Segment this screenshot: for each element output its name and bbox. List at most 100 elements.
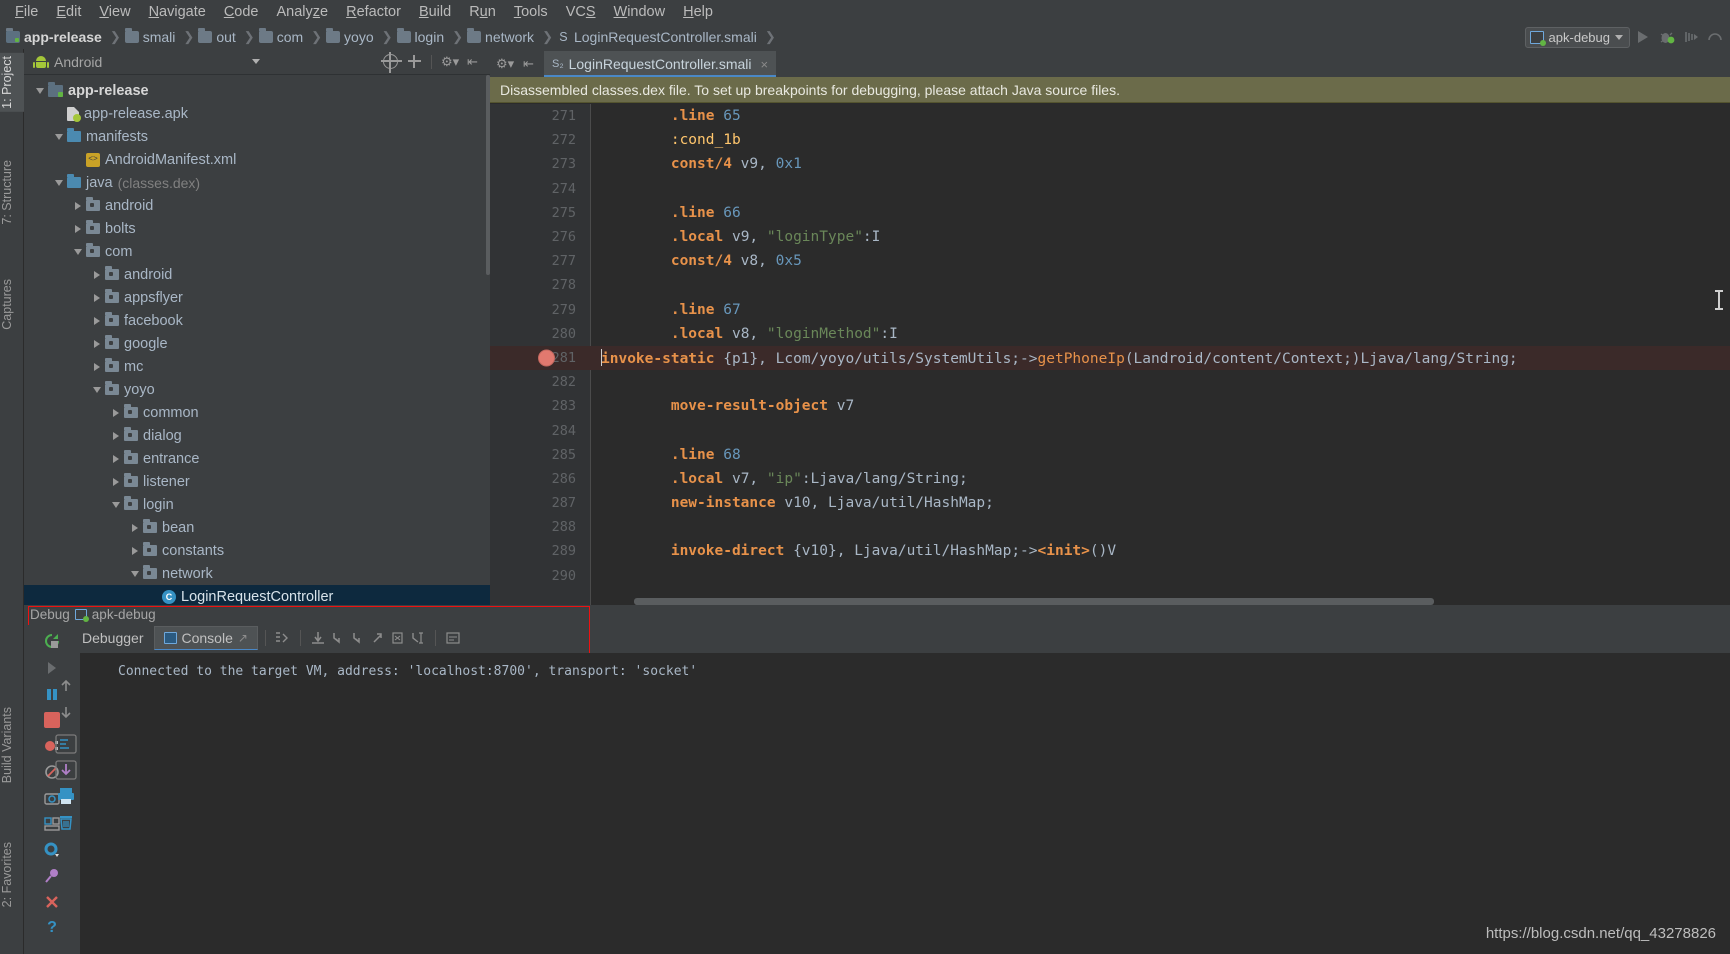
line-number[interactable]: 275: [490, 205, 590, 221]
tree-node-app-release[interactable]: app-release: [24, 79, 490, 102]
code-line-282[interactable]: 282: [490, 370, 1730, 394]
console-output[interactable]: Connected to the target VM, address: 'lo…: [80, 653, 1730, 954]
chevron-down-icon[interactable]: [32, 87, 48, 94]
tree-node-dialog[interactable]: dialog: [24, 424, 490, 447]
code-line-276[interactable]: 276 .local v9, "loginType":I: [490, 225, 1730, 249]
tree-node-facebook[interactable]: facebook: [24, 309, 490, 332]
chevron-right-icon[interactable]: [108, 431, 124, 440]
tree-node-java[interactable]: java (classes.dex): [24, 171, 490, 194]
step-into-icon[interactable]: [328, 628, 348, 648]
tool-strip-captures[interactable]: Captures: [0, 276, 24, 333]
tree-node-com[interactable]: com: [24, 240, 490, 263]
menu-item-window[interactable]: Window: [605, 2, 675, 22]
chevron-right-icon[interactable]: [108, 454, 124, 463]
run-to-cursor-icon[interactable]: [408, 628, 428, 648]
breadcrumb-item-app-release[interactable]: app-release ❯: [6, 27, 125, 45]
code-line-285[interactable]: 285 .line 68: [490, 443, 1730, 467]
code-line-277[interactable]: 277 const/4 v8, 0x5: [490, 249, 1730, 273]
breadcrumb-item-login[interactable]: login ❯: [396, 27, 468, 45]
code-viewport[interactable]: 271 .line 65 272 :cond_1b 273 const/4 v9, …: [490, 104, 1730, 605]
line-number[interactable]: 282: [490, 374, 590, 390]
debug-tab-console[interactable]: Console ↗: [153, 626, 258, 650]
menu-item-analyze[interactable]: Analyze: [268, 2, 338, 22]
chevron-right-icon[interactable]: [89, 316, 105, 325]
tool-strip-1-project[interactable]: 1: Project: [0, 53, 24, 112]
code-line-278[interactable]: 278: [490, 273, 1730, 297]
breadcrumb-item-loginrequestcontroller-smali[interactable]: S LoginRequestController.smali ❯: [557, 29, 780, 45]
menu-item-run[interactable]: Run: [460, 2, 505, 22]
soft-wrap-icon[interactable]: [52, 731, 80, 757]
chevron-right-icon[interactable]: [108, 477, 124, 486]
line-number[interactable]: 279: [490, 302, 590, 318]
tree-node-listener[interactable]: listener: [24, 470, 490, 493]
tree-node-android[interactable]: android: [24, 194, 490, 217]
line-number[interactable]: 276: [490, 229, 590, 245]
chevron-right-icon[interactable]: [89, 270, 105, 279]
line-number[interactable]: 271: [490, 108, 590, 124]
tree-node-bolts[interactable]: bolts: [24, 217, 490, 240]
menu-item-help[interactable]: Help: [674, 2, 722, 22]
tool-strip-build-variants[interactable]: Build Variants: [0, 704, 24, 786]
chevron-right-icon[interactable]: [127, 546, 143, 555]
menu-item-vcs[interactable]: VCS: [557, 2, 605, 22]
line-number[interactable]: 288: [490, 519, 590, 535]
line-number[interactable]: 278: [490, 277, 590, 293]
breadcrumb-item-smali[interactable]: smali ❯: [124, 27, 199, 45]
code-line-288[interactable]: 288: [490, 515, 1730, 539]
code-line-273[interactable]: 273 const/4 v9, 0x1: [490, 152, 1730, 176]
chevron-down-icon[interactable]: [51, 179, 67, 186]
tree-node-google[interactable]: google: [24, 332, 490, 355]
chevron-right-icon[interactable]: [108, 408, 124, 417]
chevron-right-icon[interactable]: [89, 339, 105, 348]
clear-all-icon[interactable]: [52, 809, 80, 835]
code-line-284[interactable]: 284: [490, 418, 1730, 442]
attach-debugger-button[interactable]: [1680, 26, 1702, 48]
code-lines[interactable]: 271 .line 65 272 :cond_1b 273 const/4 v9, …: [490, 104, 1730, 588]
code-line-286[interactable]: 286 .local v7, "ip":Ljava/lang/String;: [490, 467, 1730, 491]
scroll-to-end-icon[interactable]: [52, 757, 80, 783]
line-number[interactable]: 289: [490, 543, 590, 559]
menu-item-refactor[interactable]: Refactor: [337, 2, 410, 22]
scroll-down-icon[interactable]: [52, 699, 80, 725]
chevron-right-icon[interactable]: [127, 523, 143, 532]
menu-item-file[interactable]: File: [6, 2, 47, 22]
collapse-all-icon[interactable]: [407, 54, 422, 69]
step-over-icon[interactable]: [308, 628, 328, 648]
tree-node-mc[interactable]: mc: [24, 355, 490, 378]
code-line-279[interactable]: 279 .line 67: [490, 298, 1730, 322]
tree-node-constants[interactable]: constants: [24, 539, 490, 562]
tree-node-android[interactable]: android: [24, 263, 490, 286]
code-line-271[interactable]: 271 .line 65: [490, 104, 1730, 128]
menu-item-code[interactable]: Code: [215, 2, 268, 22]
tree-node-app-release-apk[interactable]: app-release.apk: [24, 102, 490, 125]
gear-icon[interactable]: ⚙▾: [496, 56, 514, 71]
drop-frame-icon[interactable]: [388, 628, 408, 648]
tree-node-common[interactable]: common: [24, 401, 490, 424]
breadcrumb-item-network[interactable]: network ❯: [467, 27, 557, 45]
close-icon[interactable]: ×: [760, 57, 768, 72]
tree-node-androidmanifest-xml[interactable]: <> AndroidManifest.xml: [24, 148, 490, 171]
chevron-right-icon[interactable]: [89, 362, 105, 371]
menu-item-edit[interactable]: Edit: [47, 2, 90, 22]
chevron-right-icon[interactable]: [89, 293, 105, 302]
tree-node-loginrequestcontroller[interactable]: C LoginRequestController: [24, 585, 490, 605]
tab-pin-icon[interactable]: ↗: [238, 631, 248, 645]
code-line-283[interactable]: 283 move-result-object v7: [490, 394, 1730, 418]
chevron-down-icon[interactable]: [70, 248, 86, 255]
line-number[interactable]: 277: [490, 253, 590, 269]
tree-node-appsflyer[interactable]: appsflyer: [24, 286, 490, 309]
breakpoint-icon[interactable]: [538, 349, 555, 367]
tool-strip-7-structure[interactable]: 7: Structure: [0, 157, 24, 228]
editor-horizontal-scrollbar[interactable]: [590, 598, 1730, 605]
print-icon[interactable]: [52, 783, 80, 809]
chevron-down-icon[interactable]: [51, 133, 67, 140]
step-out-icon[interactable]: [368, 628, 388, 648]
breadcrumb-item-com[interactable]: com ❯: [258, 27, 326, 45]
editor-tab-loginrequestcontroller[interactable]: S₂ LoginRequestController.smali ×: [544, 51, 777, 77]
hide-icon[interactable]: ⇤: [465, 54, 480, 69]
hide-icon[interactable]: ⇤: [521, 56, 536, 71]
show-execution-point-icon[interactable]: [273, 628, 293, 648]
run-configuration-selector[interactable]: apk-debug: [1524, 26, 1630, 48]
menu-item-build[interactable]: Build: [410, 2, 460, 22]
line-number[interactable]: 274: [490, 181, 590, 197]
